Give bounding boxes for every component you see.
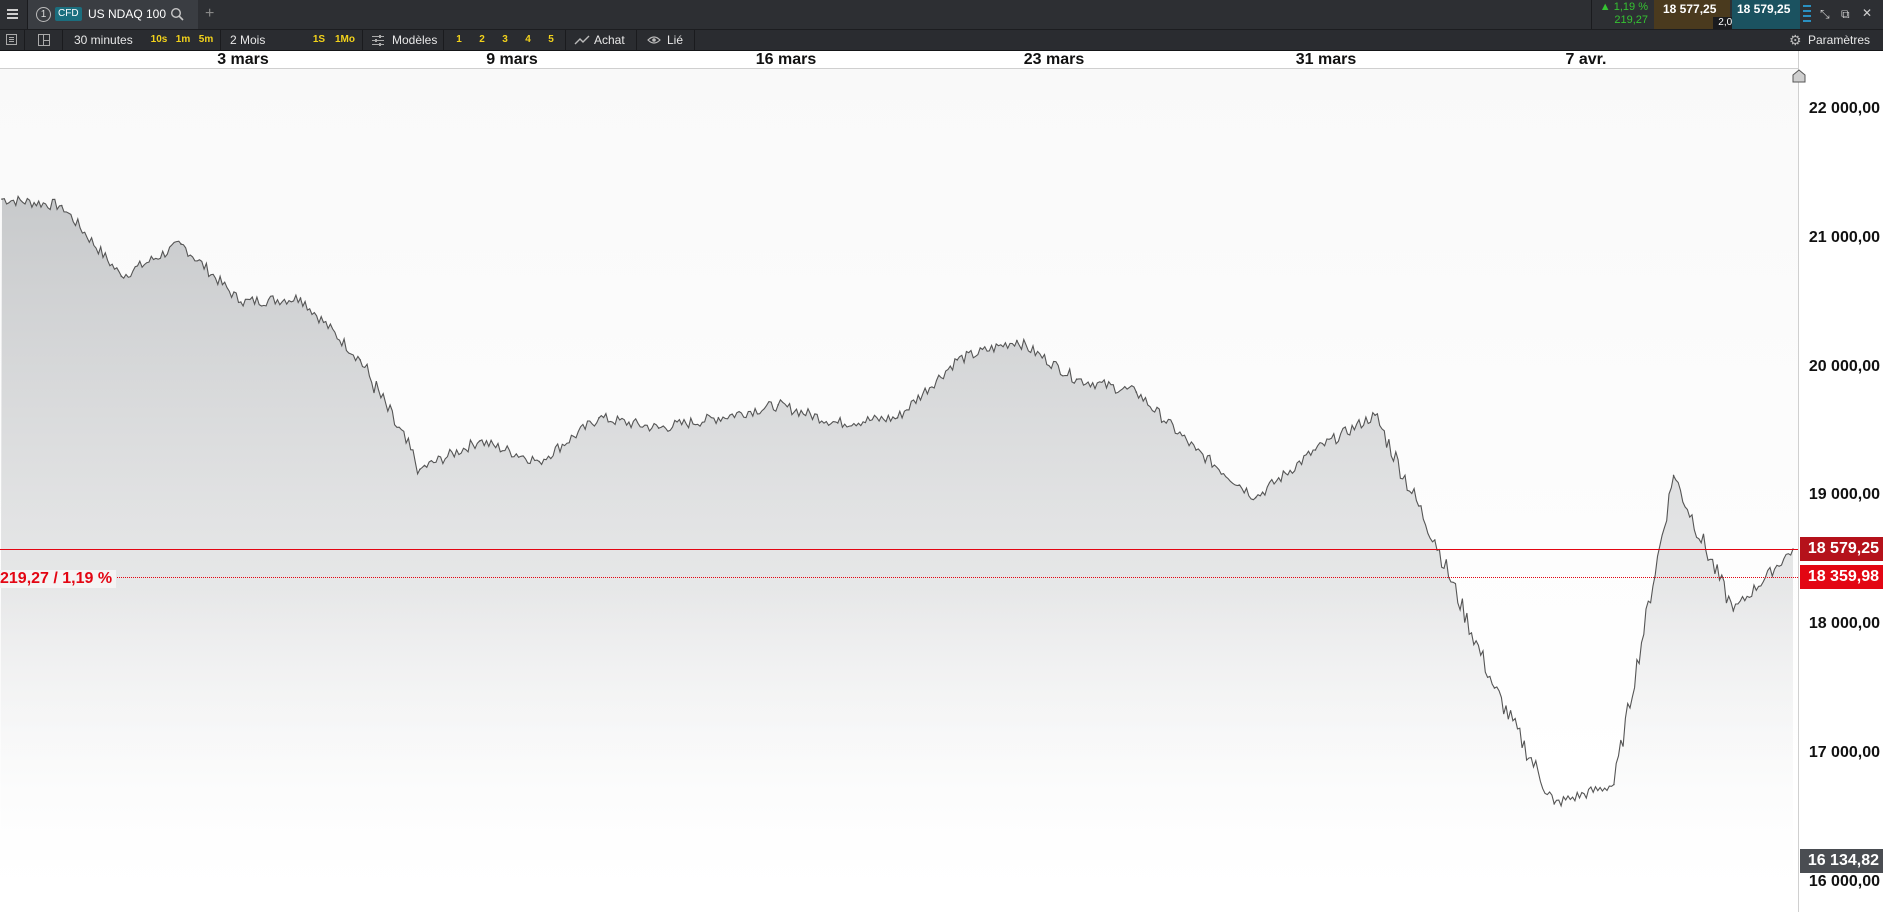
settings-button[interactable]: Paramètres [1808, 30, 1870, 50]
range-selector[interactable]: 2 Mois [230, 30, 265, 50]
price-data-point [1135, 391, 1138, 393]
price-data-point [1434, 539, 1436, 541]
price-data-point [1254, 496, 1257, 499]
price-data-point [538, 460, 541, 463]
price-data-point [1195, 449, 1197, 451]
price-data-point [240, 301, 242, 303]
hamburger-menu-icon[interactable] [7, 9, 18, 19]
layout-slot-2[interactable]: 2 [475, 33, 489, 47]
price-data-point [299, 297, 302, 299]
price-axis-label: 16 000,00 [1808, 873, 1880, 890]
reference-price-badge: 18 359,98 [1800, 565, 1883, 589]
price-data-point [1732, 610, 1735, 612]
price-data-point [837, 422, 839, 424]
price-data-point [896, 417, 899, 419]
price-data-point [956, 359, 958, 361]
tab-number-badge: 1 [36, 7, 51, 22]
change-percent: ▲ 1,19 % [1599, 1, 1648, 13]
settings-gear-icon[interactable]: ⚙ [1789, 30, 1802, 50]
date-axis-label: 23 mars [1023, 51, 1085, 68]
add-tab-button[interactable]: + [205, 0, 217, 29]
price-axis-label: 20 000,00 [1808, 358, 1880, 375]
price-data-point [657, 427, 660, 429]
layout-slot-1[interactable]: 1 [452, 33, 466, 47]
low-price-badge: 16 134,82 [1800, 849, 1883, 873]
current-price-badge: 18 579,25 [1800, 537, 1883, 561]
price-data-point [419, 468, 421, 471]
date-axis-label: 7 avr. [1565, 51, 1607, 68]
price-data-point [478, 440, 481, 442]
price-data-point [1, 198, 3, 200]
order-panel-icon[interactable] [1803, 5, 1811, 25]
range-1s[interactable]: 1S [310, 33, 328, 47]
price-axis: 22 000,00 21 000,00 20 000,00 19 000,00 … [1792, 51, 1883, 912]
title-bar: 1 CFD US NDAQ 100 + ▲ 1,19 % 219,27 18 5… [0, 0, 1883, 30]
price-axis-label: 19 000,00 [1808, 486, 1880, 503]
price-chart [0, 195, 1794, 912]
trend-line-icon[interactable] [574, 34, 590, 46]
ask-price: 18 579,25 [1737, 2, 1791, 16]
interval-5m[interactable]: 5m [196, 33, 216, 47]
chart-tab[interactable]: 1 CFD US NDAQ 100 [28, 0, 198, 29]
linked-toggle[interactable]: Lié [667, 30, 683, 50]
price-data-point [120, 275, 123, 278]
price-data-point [598, 417, 600, 419]
instrument-name: US NDAQ 100 [88, 7, 167, 21]
list-view-icon[interactable] [6, 34, 17, 45]
price-data-point [1613, 783, 1615, 786]
range-1mo[interactable]: 1Mo [332, 33, 358, 47]
interval-selector[interactable]: 30 minutes [74, 30, 133, 50]
price-data-point [359, 359, 362, 361]
price-data-point [1493, 687, 1496, 689]
price-axis-label: 21 000,00 [1808, 229, 1880, 246]
bid-price: 18 577,25 [1663, 2, 1717, 16]
price-axis-label: 18 000,00 [1808, 615, 1880, 632]
cfd-badge: CFD [55, 7, 82, 21]
minimize-icon[interactable]: ⤡ [1820, 7, 1830, 22]
change-annotation: 219,27 / 1,19 % [0, 570, 117, 588]
interval-1m[interactable]: 1m [173, 33, 193, 47]
interval-10s[interactable]: 10s [149, 33, 169, 47]
price-data-point [1553, 803, 1555, 805]
buy-draw-button[interactable]: Achat [594, 30, 625, 50]
reference-price-line [0, 577, 1798, 578]
date-axis-label: 9 mars [486, 51, 538, 68]
date-axis-label: 3 mars [217, 51, 269, 68]
close-icon[interactable]: ✕ [1862, 6, 1872, 20]
chart-toolbar: 30 minutes 10s 1m 5m 2 Mois 1S 1Mo Modèl… [0, 30, 1883, 51]
price-data-point [1075, 378, 1078, 381]
popout-icon[interactable]: ⧉ [1841, 7, 1850, 22]
layout-grid-icon[interactable] [38, 34, 50, 46]
search-icon[interactable] [170, 7, 184, 21]
change-indicator: ▲ 1,19 % 219,27 [1591, 0, 1652, 29]
layout-slot-3[interactable]: 3 [498, 33, 512, 47]
price-data-point [1314, 449, 1317, 451]
eye-icon[interactable] [647, 35, 661, 45]
layout-slot-4[interactable]: 4 [521, 33, 535, 47]
date-axis-label: 31 mars [1295, 51, 1357, 68]
date-axis-label: 16 mars [755, 51, 817, 68]
price-data-point [60, 204, 63, 207]
price-data-point [180, 243, 182, 245]
price-area-fill [0, 196, 1793, 912]
price-data-point [717, 417, 720, 419]
templates-icon[interactable] [372, 35, 384, 46]
price-data-point [1016, 339, 1018, 342]
buy-price-button[interactable]: 18 579,25 [1732, 0, 1800, 29]
current-price-line [0, 549, 1798, 550]
price-data-point [1672, 474, 1675, 477]
price-axis-label: 22 000,00 [1808, 100, 1880, 117]
layout-slot-5[interactable]: 5 [544, 33, 558, 47]
change-points: 219,27 [1614, 14, 1648, 26]
templates-button[interactable]: Modèles [392, 30, 437, 50]
scroll-top-icon[interactable] [1792, 69, 1806, 83]
price-data-point [777, 404, 779, 406]
price-data-point [1374, 414, 1376, 417]
date-axis: 3 mars 9 mars 16 mars 23 mars 31 mars 7 … [0, 51, 1798, 69]
price-axis-label: 17 000,00 [1808, 744, 1880, 761]
